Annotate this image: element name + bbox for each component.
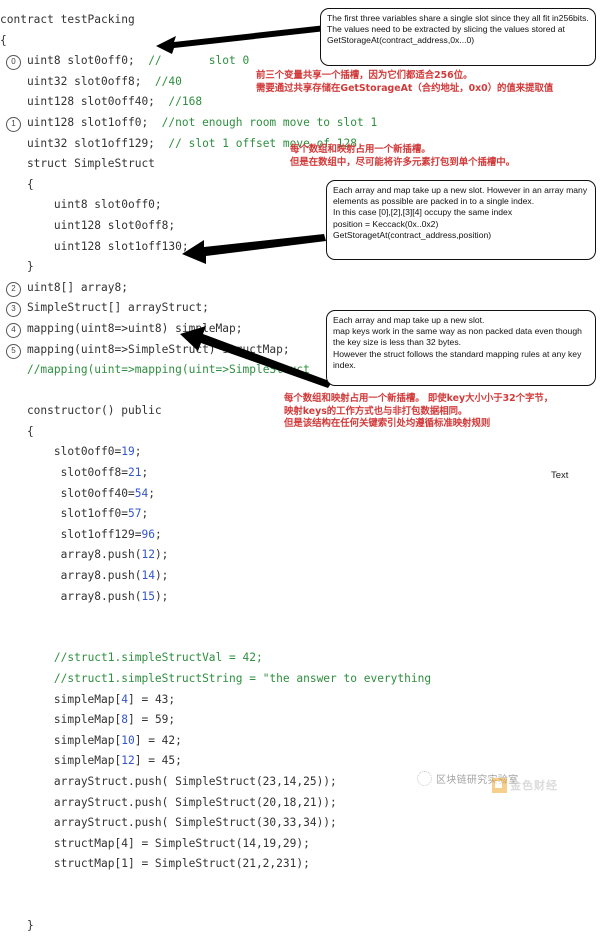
code-line: 1 uint128 slot1off0; //not enough room m… [0,113,431,134]
slot-index-badge: 0 [6,55,21,71]
code-line-text: mapping(uint8=>uint8) simpleMap; [0,321,243,335]
code-line: arrayStruct.push( SimpleStruct(30,33,34)… [0,813,431,834]
code-line-text: slot0off0=19; [0,445,142,459]
code-line-text: uint128 slot1off0; //not enough room mov… [0,115,378,129]
code-line: array8.push(12); [0,545,431,566]
cn-note-array-packing: 每个数组和映射占用一个新插槽。 但是在数组中，尽可能将许多元素打包到单个插槽中。 [290,144,516,168]
code-line: simpleMap[12] = 45; [0,751,431,772]
code-line-text: arrayStruct.push( SimpleStruct(30,33,34)… [0,816,337,830]
code-line: arrayStruct.push( SimpleStruct(20,18,21)… [0,793,431,814]
slot-index-badge: 5 [6,343,21,359]
watermark-ring-icon [417,771,432,786]
slot-index-badge: 4 [6,322,21,338]
code-line-text: uint128 slot0off8; [0,218,176,232]
code-line-text: } [0,919,34,933]
code-line-text: slot0off40=54; [0,486,155,500]
code-line-text: slot1off129=96; [0,527,162,541]
code-line-text: { [0,177,34,191]
slot-index-badge: 1 [6,116,21,132]
brand-square-icon [492,777,507,793]
code-line: simpleMap[8] = 59; [0,710,431,731]
callout-map-rules: Each array and map take up a new slot. m… [326,310,596,386]
code-line-text: //struct1.simpleStructString = "the answ… [53,672,432,685]
slot-index-badge: 3 [6,302,21,318]
code-line [0,607,431,628]
code-line-text: array8.push(12); [0,548,169,562]
code-line-text: simpleMap[8] = 59; [0,713,176,727]
code-line-text: arrayStruct.push( SimpleStruct(20,18,21)… [0,795,337,809]
code-line-text: slot1off0=57; [0,507,149,521]
text-label: Text [551,470,569,481]
code-line-text: structMap[1] = SimpleStruct(21,2,231); [0,857,310,871]
callout-slot-packing: The first three variables share a single… [320,8,596,66]
code-line-text: contract testPacking [0,13,135,26]
code-line: array8.push(14); [0,566,431,587]
code-line-text: arrayStruct.push( SimpleStruct(23,14,25)… [0,774,337,788]
code-line-text: structMap[4] = SimpleStruct(14,19,29); [0,836,310,850]
code-line: slot1off0=57; [0,504,431,525]
code-line [0,628,431,649]
code-line-text: simpleMap[4] = 43; [0,692,176,706]
code-line: arrayStruct.push( SimpleStruct(23,14,25)… [0,772,431,793]
code-line-text: { [0,424,34,438]
code-line: uint128 slot0off40; //168 [0,92,431,113]
cn-note-map-rules: 每个数组和映射占用一个新插槽。 即使key大小小于32个字节， 映射keys的工… [284,393,554,430]
code-line-text: { [0,33,7,47]
screenshot-canvas: contract testPacking {0 uint8 slot0off0; … [0,0,600,932]
code-line-text: constructor() public [0,404,162,418]
code-line: } [0,257,431,278]
code-line-text: //mapping(uint=>mapping(uint=>SimpleStru… [26,363,310,377]
watermark-brand: 金色财经 [492,777,558,793]
code-line: } [0,916,431,937]
code-line: slot0off8=21; [0,463,431,484]
code-line: //struct1.simpleStructVal = 42; [0,648,431,669]
code-line-text: simpleMap[12] = 45; [0,754,182,768]
code-line-text: } [0,260,34,274]
code-line-text: slot0off8=21; [0,466,149,480]
code-line-text: uint8 slot0off0; [0,198,162,212]
code-line [0,896,431,917]
code-line [0,875,431,896]
code-line: structMap[4] = SimpleStruct(14,19,29); [0,834,431,855]
watermark-brand-text: 金色财经 [510,779,558,792]
code-line: slot0off0=19; [0,442,431,463]
code-line: simpleMap[10] = 42; [0,731,431,752]
code-line: slot1off129=96; [0,525,431,546]
code-line-text: array8.push(15); [0,589,169,603]
code-line: slot0off40=54; [0,484,431,505]
code-line-text: uint32 slot0off8; //40 [0,74,182,88]
code-line-text: uint128 slot0off40; //168 [0,95,203,109]
code-line-text: mapping(uint8=>SimpleStruct) structMap; [0,342,290,356]
code-line-text: simpleMap[10] = 42; [0,733,182,747]
code-line: structMap[1] = SimpleStruct(21,2,231); [0,854,431,875]
code-line-text: struct SimpleStruct [0,157,155,171]
code-line: array8.push(15); [0,587,431,608]
code-line-text: uint128 slot1off130; [0,239,189,253]
cn-note-slot-packing: 前三个变量共享一个插槽，因为它们都适合256位。 需要通过共享存储在GetSto… [256,70,554,94]
code-line-text: //struct1.simpleStructVal = 42; [53,651,263,665]
code-line: 2 uint8[] array8; [0,278,431,299]
callout-array-packing: Each array and map take up a new slot. H… [326,180,596,260]
slot-index-badge: 2 [6,281,21,297]
code-line-text: SimpleStruct[] arrayStruct; [0,301,209,315]
code-line-text: uint8 slot0off0; // slot 0 [0,54,250,68]
code-line-text: array8.push(14); [0,569,169,583]
code-line: //struct1.simpleStructString = "the answ… [0,669,431,690]
code-line: simpleMap[4] = 43; [0,690,431,711]
